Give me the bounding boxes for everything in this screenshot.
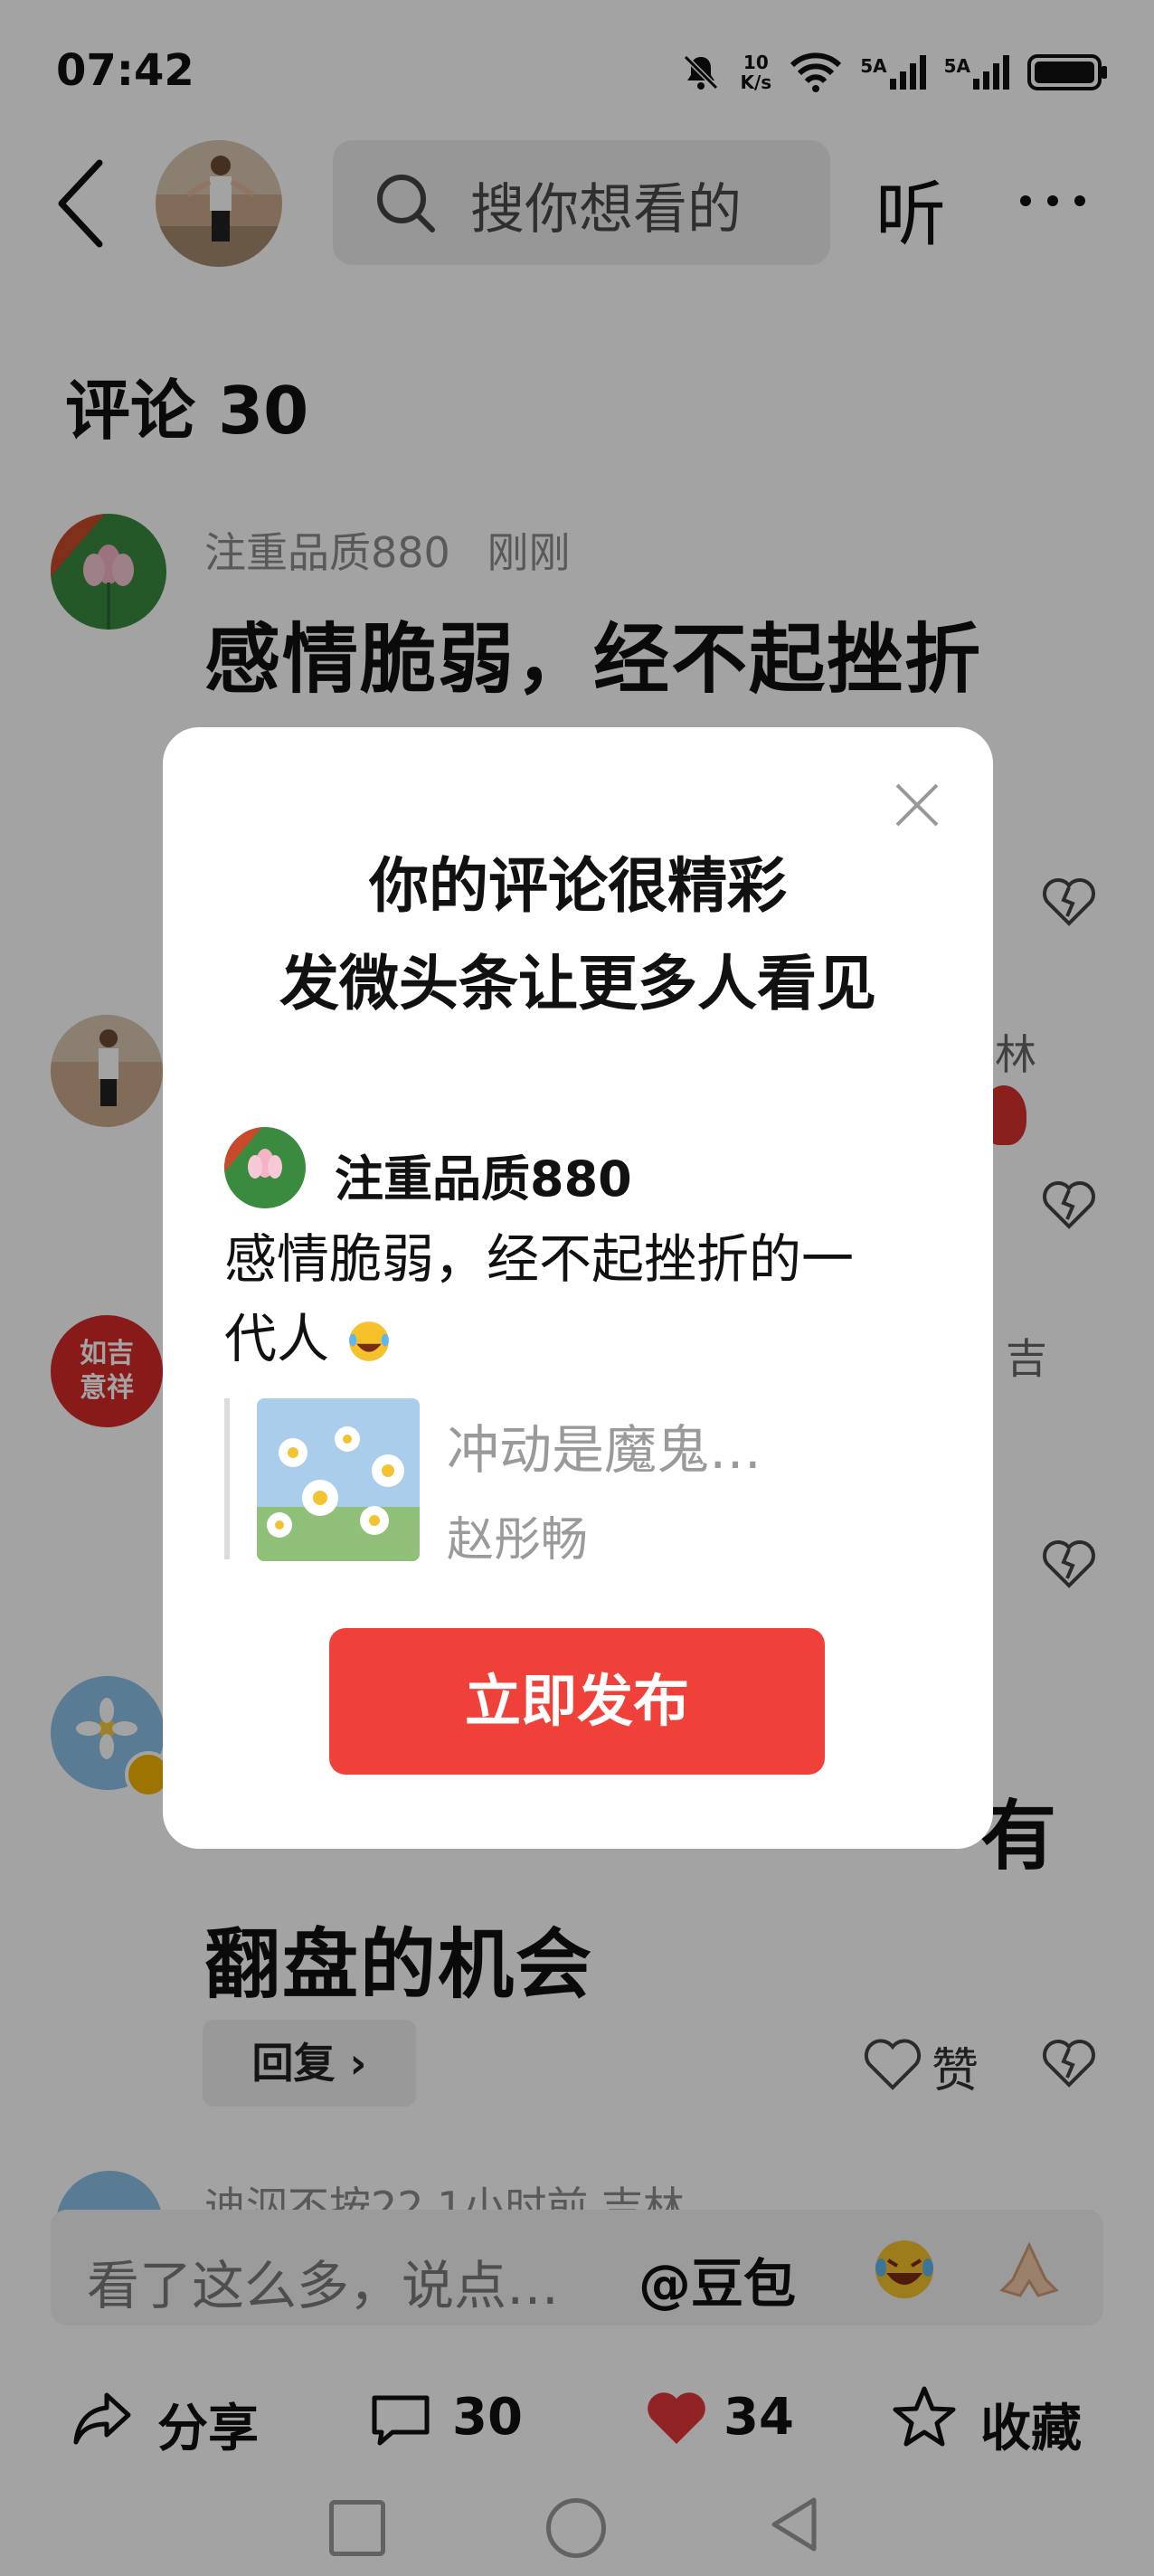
modal-comment-line2-wrap: 代人 xyxy=(224,1299,948,1378)
publish-button[interactable]: 立即发布 xyxy=(329,1628,825,1775)
modal-title-line2: 发微头条让更多人看见 xyxy=(279,949,876,1018)
publish-modal: 你的评论很精彩 发微头条让更多人看见 注重品质880 感情脆弱，经不起挫折的一 … xyxy=(163,727,993,1849)
modal-comment-line2: 代人 xyxy=(224,1308,330,1369)
quote-divider xyxy=(224,1398,230,1559)
laugh-emoji-icon xyxy=(349,1321,390,1361)
quote-author: 赵彤畅 xyxy=(447,1513,589,1567)
modal-comment: 感情脆弱，经不起挫折的一 代人 xyxy=(224,1219,948,1378)
daisy-photo-icon xyxy=(257,1398,420,1561)
modal-author-name: 注重品质880 xyxy=(335,1151,632,1208)
quote-title: 冲动是魔鬼… xyxy=(447,1419,762,1481)
quote-thumbnail xyxy=(257,1398,420,1561)
modal-author-avatar xyxy=(224,1127,306,1208)
close-icon[interactable] xyxy=(892,780,942,830)
lotus-avatar-icon xyxy=(224,1127,306,1208)
modal-comment-line1: 感情脆弱，经不起挫折的一 xyxy=(224,1228,855,1290)
modal-title-line1: 你的评论很精彩 xyxy=(369,851,787,921)
